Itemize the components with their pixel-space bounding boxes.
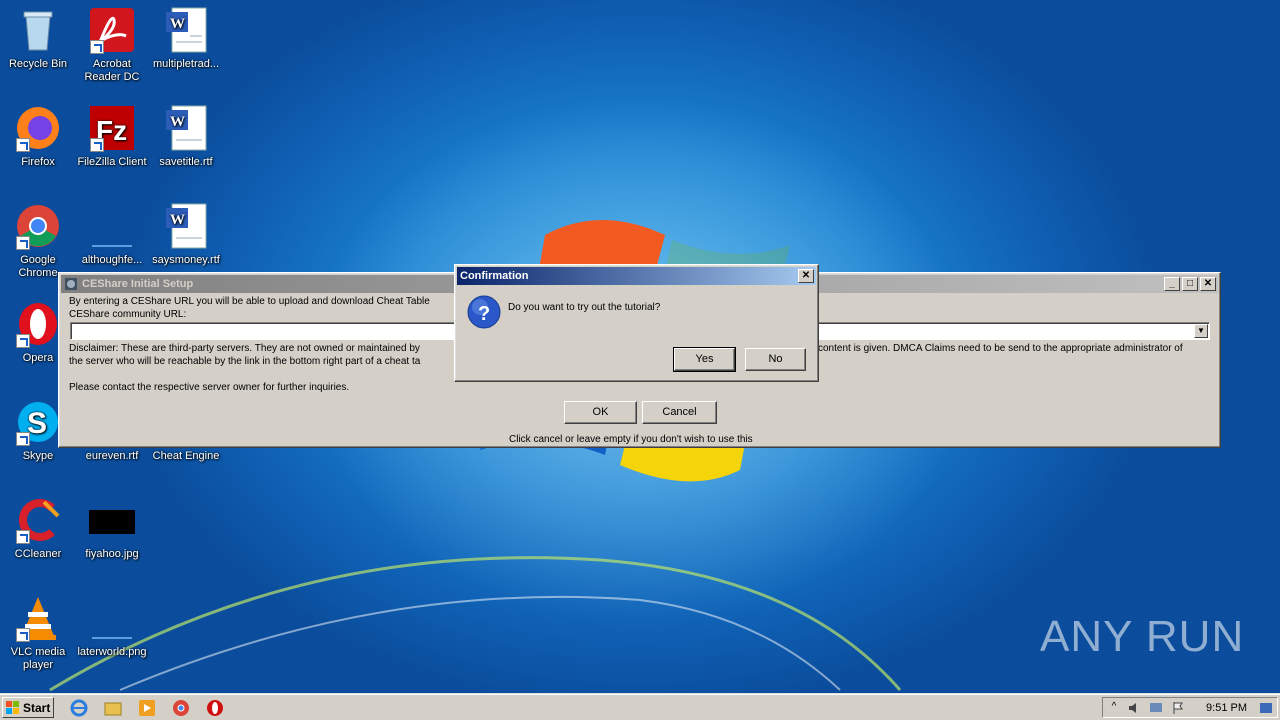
- image-file-icon: [88, 594, 136, 642]
- image-file-icon: [88, 496, 136, 544]
- word-document-icon: W: [162, 202, 210, 250]
- blank-file-icon: [88, 202, 136, 250]
- shortcut-arrow-icon: [16, 530, 30, 544]
- shortcut-arrow-icon: [16, 236, 30, 250]
- close-button[interactable]: ✕: [798, 269, 814, 283]
- close-button[interactable]: ✕: [1200, 277, 1216, 291]
- desktop-icon-acrobat-reader[interactable]: Acrobat Reader DC: [74, 6, 150, 84]
- clock[interactable]: 9:51 PM: [1206, 702, 1247, 714]
- desktop-icon-althoughfe[interactable]: althoughfe...: [74, 202, 150, 267]
- start-button[interactable]: Start: [2, 697, 54, 718]
- desktop-icon-filezilla[interactable]: Fz FileZilla Client: [74, 104, 150, 169]
- svg-text:W: W: [170, 114, 185, 130]
- opera-icon: [14, 300, 62, 348]
- ccleaner-icon: [14, 496, 62, 544]
- system-tray: ^ 9:51 PM: [1102, 697, 1278, 718]
- desktop-icon-fiyahoo[interactable]: fiyahoo.jpg: [74, 496, 150, 561]
- volume-icon[interactable]: [1127, 701, 1141, 715]
- ok-button[interactable]: OK: [564, 401, 637, 424]
- shortcut-arrow-icon: [16, 334, 30, 348]
- filezilla-icon: Fz: [88, 104, 136, 152]
- flag-icon[interactable]: [1171, 701, 1185, 715]
- dialog-message: Do you want to try out the tutorial?: [508, 302, 661, 313]
- disclaimer-text: Disclaimer: These are third-party server…: [69, 343, 420, 354]
- intro-text: By entering a CEShare URL you will be ab…: [69, 296, 430, 307]
- desktop-icon-savetitle[interactable]: W savetitle.rtf: [148, 104, 224, 169]
- desktop-icon-ccleaner[interactable]: CCleaner: [0, 496, 76, 561]
- contact-text: Please contact the respective server own…: [69, 382, 350, 393]
- disclaimer-text-right: content is given. DMCA Claims need to be…: [818, 343, 1183, 354]
- svg-text:S: S: [27, 407, 47, 440]
- shortcut-arrow-icon: [16, 628, 30, 642]
- skype-icon: S: [14, 398, 62, 446]
- firefox-icon: [14, 104, 62, 152]
- desktop-icon-chrome[interactable]: Google Chrome: [0, 202, 76, 280]
- url-label: CEShare community URL:: [69, 309, 187, 320]
- chrome-icon: [14, 202, 62, 250]
- svg-text:?: ?: [478, 303, 490, 325]
- question-icon: ?: [467, 295, 501, 329]
- shortcut-arrow-icon: [16, 138, 30, 152]
- desktop-icon-saysmoney[interactable]: W saysmoney.rtf: [148, 202, 224, 267]
- recycle-bin-icon: [14, 6, 62, 54]
- opera-icon[interactable]: [206, 699, 224, 717]
- chrome-icon[interactable]: [172, 699, 190, 717]
- word-document-icon: W: [162, 6, 210, 54]
- yes-button[interactable]: Yes: [673, 347, 736, 372]
- word-document-icon: W: [162, 104, 210, 152]
- internet-explorer-icon[interactable]: [70, 699, 88, 717]
- no-button[interactable]: No: [745, 348, 806, 371]
- shortcut-arrow-icon: [90, 40, 104, 54]
- folder-icon[interactable]: [104, 699, 122, 717]
- dialog-title: Confirmation: [460, 270, 529, 282]
- chevron-up-icon[interactable]: ^: [1107, 701, 1121, 715]
- desktop-icon-multipletrad[interactable]: W multipletrad...: [148, 6, 224, 71]
- acrobat-icon: [88, 6, 136, 54]
- shortcut-arrow-icon: [16, 432, 30, 446]
- media-player-icon[interactable]: [138, 699, 156, 717]
- chevron-down-icon[interactable]: ▼: [1194, 324, 1208, 338]
- vlc-icon: [14, 594, 62, 642]
- cheat-engine-icon: [65, 278, 77, 290]
- confirmation-dialog: Confirmation ✕ ? Do you want to try out …: [454, 264, 819, 382]
- confirmation-titlebar[interactable]: Confirmation ✕: [457, 267, 816, 285]
- footer-hint: Click cancel or leave empty if you don't…: [509, 434, 753, 445]
- maximize-button[interactable]: □: [1182, 277, 1198, 291]
- desktop-icon-vlc[interactable]: VLC media player: [0, 594, 76, 672]
- desktop-icon-laterworld[interactable]: laterworld.png: [74, 594, 150, 659]
- desktop: Recycle Bin Acrobat Reader DC W multiple…: [0, 0, 1280, 694]
- cancel-button[interactable]: Cancel: [642, 401, 717, 424]
- desktop-icon-recycle-bin[interactable]: Recycle Bin: [0, 6, 76, 71]
- taskbar: Start ^ 9:51 PM: [0, 694, 1280, 720]
- show-desktop-icon[interactable]: [1259, 701, 1273, 715]
- shortcut-arrow-icon: [90, 138, 104, 152]
- desktop-icon-firefox[interactable]: Firefox: [0, 104, 76, 169]
- minimize-button[interactable]: _: [1164, 277, 1180, 291]
- anyrun-watermark: ANY RUN: [1040, 612, 1245, 661]
- svg-text:W: W: [170, 212, 185, 228]
- windows-logo-icon: [6, 700, 19, 714]
- disclaimer-text-line2: the server who will be reachable by the …: [69, 356, 421, 367]
- svg-text:W: W: [170, 16, 185, 32]
- network-icon[interactable]: [1149, 701, 1163, 715]
